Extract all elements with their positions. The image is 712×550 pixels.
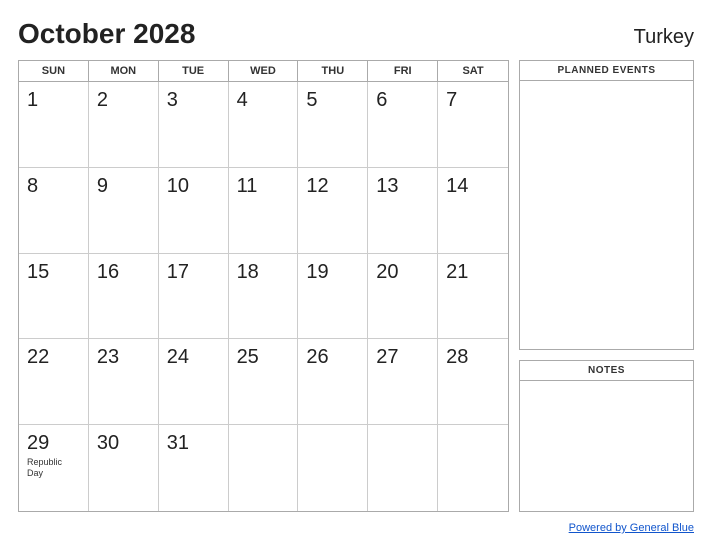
day-number: 26	[306, 345, 359, 369]
calendar-cell: 23	[89, 339, 159, 425]
calendar-cell: 13	[368, 168, 438, 254]
calendar-cell: 2	[89, 82, 159, 168]
calendar-section: SUNMONTUEWEDTHUFRISAT 123456789101112131…	[18, 60, 509, 512]
day-header: TUE	[159, 61, 229, 81]
day-number: 19	[306, 260, 359, 284]
empty-cell	[298, 425, 368, 511]
calendar-cell: 21	[438, 254, 508, 340]
calendar-cell: 17	[159, 254, 229, 340]
calendar-grid: 1234567891011121314151617181920212223242…	[19, 82, 508, 511]
day-number: 25	[237, 345, 290, 369]
planned-events-title: PLANNED EVENTS	[520, 61, 693, 81]
calendar-cell: 12	[298, 168, 368, 254]
calendar-cell: 22	[19, 339, 89, 425]
month-title: October 2028	[18, 18, 195, 50]
day-number: 15	[27, 260, 80, 284]
calendar-cell: 16	[89, 254, 159, 340]
notes-box: NOTES	[519, 360, 694, 512]
day-number: 8	[27, 174, 80, 198]
day-number: 12	[306, 174, 359, 198]
day-number: 1	[27, 88, 80, 112]
day-number: 31	[167, 431, 220, 455]
calendar-cell: 6	[368, 82, 438, 168]
day-header: WED	[229, 61, 299, 81]
calendar-cell: 29Republic Day	[19, 425, 89, 511]
calendar-cell: 25	[229, 339, 299, 425]
page: October 2028 Turkey SUNMONTUEWEDTHUFRISA…	[0, 0, 712, 550]
calendar-cell: 10	[159, 168, 229, 254]
day-header: SAT	[438, 61, 508, 81]
calendar-cell: 26	[298, 339, 368, 425]
day-number: 14	[446, 174, 500, 198]
day-number: 2	[97, 88, 150, 112]
day-number: 7	[446, 88, 500, 112]
calendar-cell: 20	[368, 254, 438, 340]
calendar-cell: 18	[229, 254, 299, 340]
empty-cell	[438, 425, 508, 511]
calendar-cell: 31	[159, 425, 229, 511]
notes-content	[520, 381, 693, 511]
calendar-cell: 9	[89, 168, 159, 254]
day-number: 29	[27, 431, 80, 455]
planned-events-box: PLANNED EVENTS	[519, 60, 694, 350]
day-number: 17	[167, 260, 220, 284]
calendar-cell: 14	[438, 168, 508, 254]
planned-events-content	[520, 81, 693, 349]
sidebar: PLANNED EVENTS NOTES	[519, 60, 694, 512]
day-number: 11	[237, 174, 290, 198]
day-header: FRI	[368, 61, 438, 81]
day-number: 21	[446, 260, 500, 284]
calendar-cell: 15	[19, 254, 89, 340]
calendar-cell: 11	[229, 168, 299, 254]
day-number: 22	[27, 345, 80, 369]
day-number: 23	[97, 345, 150, 369]
powered-by-link[interactable]: Powered by General Blue	[569, 522, 694, 534]
day-number: 16	[97, 260, 150, 284]
day-number: 30	[97, 431, 150, 455]
calendar-cell: 28	[438, 339, 508, 425]
calendar-cell: 30	[89, 425, 159, 511]
day-number: 4	[237, 88, 290, 112]
calendar-cell: 19	[298, 254, 368, 340]
calendar-cell: 3	[159, 82, 229, 168]
day-number: 9	[97, 174, 150, 198]
calendar-cell: 1	[19, 82, 89, 168]
footer: Powered by General Blue	[18, 518, 694, 536]
day-number: 20	[376, 260, 429, 284]
day-number: 5	[306, 88, 359, 112]
calendar-cell: 7	[438, 82, 508, 168]
day-number: 24	[167, 345, 220, 369]
day-number: 6	[376, 88, 429, 112]
calendar-cell: 8	[19, 168, 89, 254]
calendar-cell: 27	[368, 339, 438, 425]
day-header: SUN	[19, 61, 89, 81]
country-title: Turkey	[634, 26, 694, 49]
day-headers: SUNMONTUEWEDTHUFRISAT	[19, 61, 508, 82]
event-label: Republic Day	[27, 457, 80, 479]
day-number: 3	[167, 88, 220, 112]
day-header: MON	[89, 61, 159, 81]
calendar-cell: 5	[298, 82, 368, 168]
empty-cell	[368, 425, 438, 511]
day-number: 27	[376, 345, 429, 369]
day-number: 10	[167, 174, 220, 198]
day-number: 18	[237, 260, 290, 284]
empty-cell	[229, 425, 299, 511]
day-number: 13	[376, 174, 429, 198]
notes-title: NOTES	[520, 361, 693, 381]
day-number: 28	[446, 345, 500, 369]
main-content: SUNMONTUEWEDTHUFRISAT 123456789101112131…	[18, 60, 694, 512]
day-header: THU	[298, 61, 368, 81]
calendar-cell: 24	[159, 339, 229, 425]
calendar-cell: 4	[229, 82, 299, 168]
header: October 2028 Turkey	[18, 18, 694, 50]
